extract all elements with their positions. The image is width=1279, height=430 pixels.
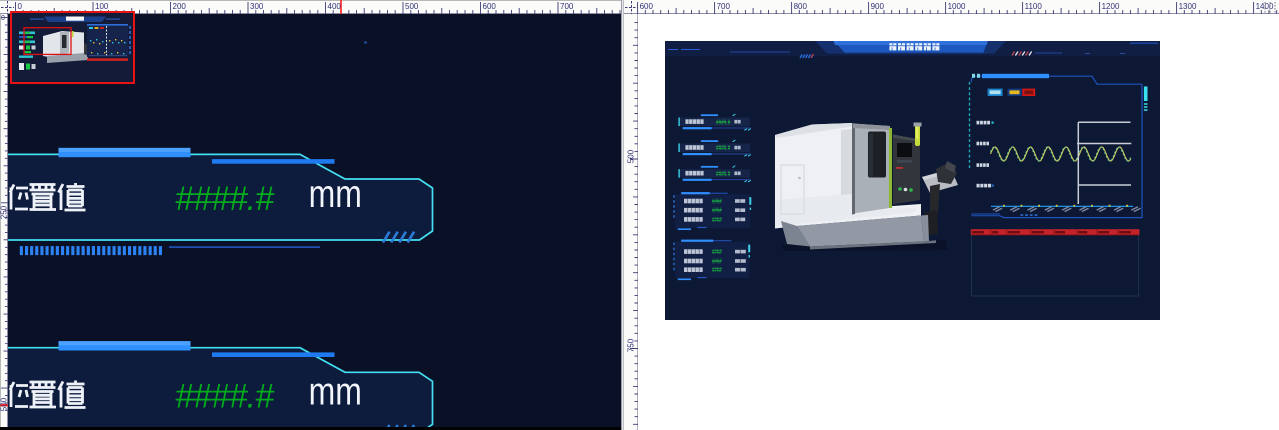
svg-text:####.#: ####.# (175, 180, 275, 218)
svg-text:mm: mm (309, 172, 362, 216)
svg-text:mm: mm (309, 369, 362, 413)
svg-text:####.#: ####.# (175, 378, 275, 416)
